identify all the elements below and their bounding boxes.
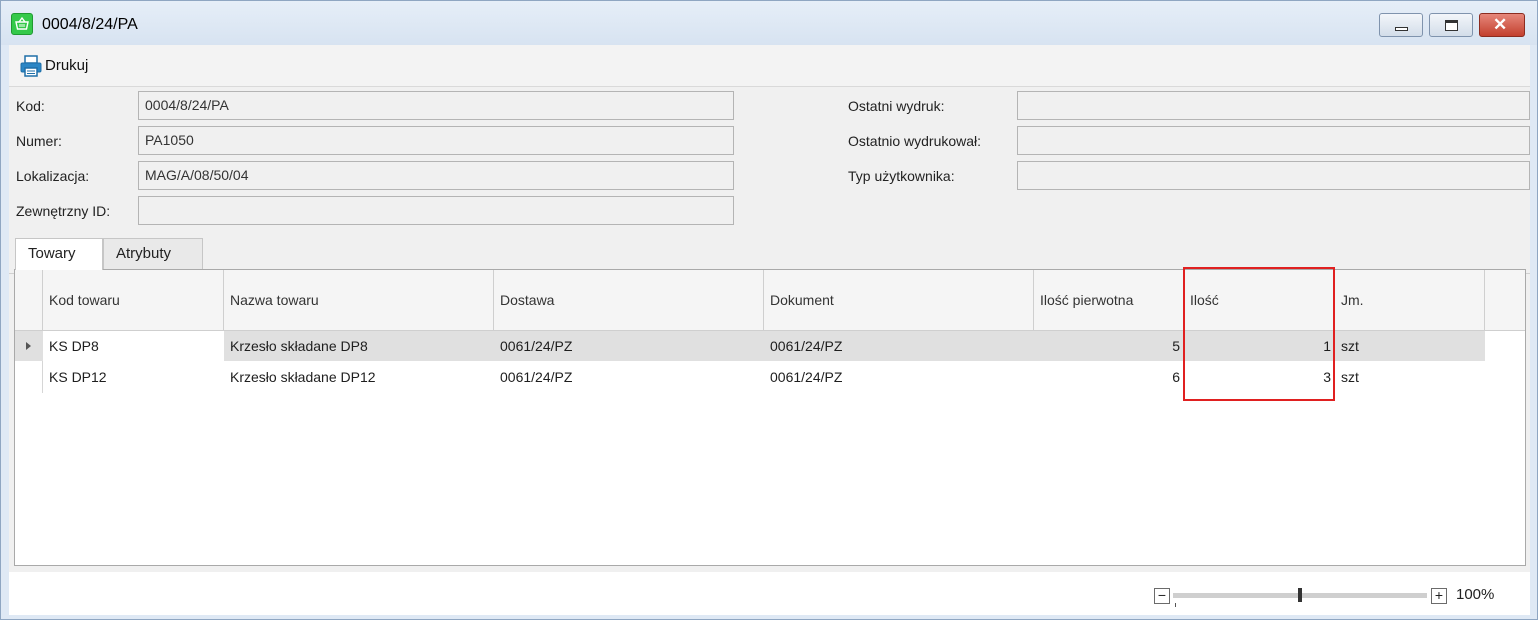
lokalizacja-label: Lokalizacja: <box>16 168 90 184</box>
cell-ilosc-pierwotna[interactable]: 6 <box>1034 362 1184 392</box>
zoom-in-button[interactable]: + <box>1431 588 1447 604</box>
header-form: Kod: 0004/8/24/PA Numer: PA1050 Lokaliza… <box>9 88 1530 274</box>
cell-kod-towaru[interactable]: KS DP12 <box>43 362 224 392</box>
row-indicator <box>15 362 43 392</box>
close-icon: ✕ <box>1493 15 1508 34</box>
cell-nazwa-towaru[interactable]: Krzesło składane DP12 <box>224 362 494 392</box>
cell-nazwa-towaru[interactable]: Krzesło składane DP8 <box>224 331 494 361</box>
cell-dostawa[interactable]: 0061/24/PZ <box>494 362 764 392</box>
column-header-dokument[interactable]: Dokument <box>764 270 1034 331</box>
app-window: 0004/8/24/PA ✕ Drukuj Kod: 0004/8/24/PA … <box>0 0 1538 620</box>
kod-field[interactable]: 0004/8/24/PA <box>138 91 734 120</box>
print-label: Drukuj <box>45 57 89 74</box>
tab-towary[interactable]: Towary <box>15 238 103 270</box>
row-indicator <box>15 331 43 361</box>
kod-label: Kod: <box>16 98 45 114</box>
ilosc-column-highlight <box>1183 267 1335 401</box>
print-button[interactable]: Drukuj <box>15 51 94 81</box>
title-bar[interactable]: 0004/8/24/PA ✕ <box>1 1 1537 45</box>
zoom-slider-thumb[interactable] <box>1298 588 1302 602</box>
column-header-ilosc-pierwotna[interactable]: Ilość pierwotna <box>1034 270 1184 331</box>
minimize-button[interactable] <box>1379 13 1423 37</box>
cell-ilosc-pierwotna[interactable]: 5 <box>1034 331 1184 361</box>
cell-dostawa[interactable]: 0061/24/PZ <box>494 331 764 361</box>
cell-kod-towaru[interactable]: KS DP8 <box>43 331 224 361</box>
cell-jm[interactable]: szt <box>1335 362 1485 392</box>
cell-dokument[interactable]: 0061/24/PZ <box>764 362 1034 392</box>
client-area: Drukuj Kod: 0004/8/24/PA Numer: PA1050 L… <box>9 45 1530 615</box>
column-header-kod-towaru[interactable]: Kod towaru <box>43 270 224 331</box>
typ-uzytkownika-field[interactable] <box>1017 161 1530 190</box>
maximize-icon <box>1445 20 1458 31</box>
zewnetrzny-id-field[interactable] <box>138 196 734 225</box>
tab-atrybuty[interactable]: Atrybuty <box>103 238 203 269</box>
column-header-jm[interactable]: Jm. <box>1335 270 1485 331</box>
row-pointer-icon <box>26 342 31 350</box>
numer-field[interactable]: PA1050 <box>138 126 734 155</box>
status-bar: − + 100% <box>9 572 1530 615</box>
column-header-nazwa-towaru[interactable]: Nazwa towaru <box>224 270 494 331</box>
ostatnio-wydrukowal-field[interactable] <box>1017 126 1530 155</box>
shopping-basket-icon <box>11 13 33 35</box>
window-title: 0004/8/24/PA <box>42 16 138 33</box>
toolbar: Drukuj <box>9 45 1530 87</box>
lokalizacja-field[interactable]: MAG/A/08/50/04 <box>138 161 734 190</box>
ostatni-wydruk-field[interactable] <box>1017 91 1530 120</box>
numer-label: Numer: <box>16 133 62 149</box>
zoom-slider-tick <box>1175 603 1176 607</box>
zoom-value: 100% <box>1456 586 1495 603</box>
zewnetrzny-id-label: Zewnętrzny ID: <box>16 203 111 219</box>
minimize-icon <box>1395 27 1408 31</box>
cell-dokument[interactable]: 0061/24/PZ <box>764 331 1034 361</box>
maximize-button[interactable] <box>1429 13 1473 37</box>
column-header-dostawa[interactable]: Dostawa <box>494 270 764 331</box>
cell-jm[interactable]: szt <box>1335 331 1485 361</box>
close-button[interactable]: ✕ <box>1479 13 1525 37</box>
zoom-out-button[interactable]: − <box>1154 588 1170 604</box>
printer-icon <box>20 55 42 77</box>
ostatni-wydruk-label: Ostatni wydruk: <box>848 98 945 114</box>
header-indicator <box>15 270 43 331</box>
typ-uzytkownika-label: Typ użytkownika: <box>848 168 955 184</box>
ostatnio-wydrukowal-label: Ostatnio wydrukował: <box>848 133 982 149</box>
